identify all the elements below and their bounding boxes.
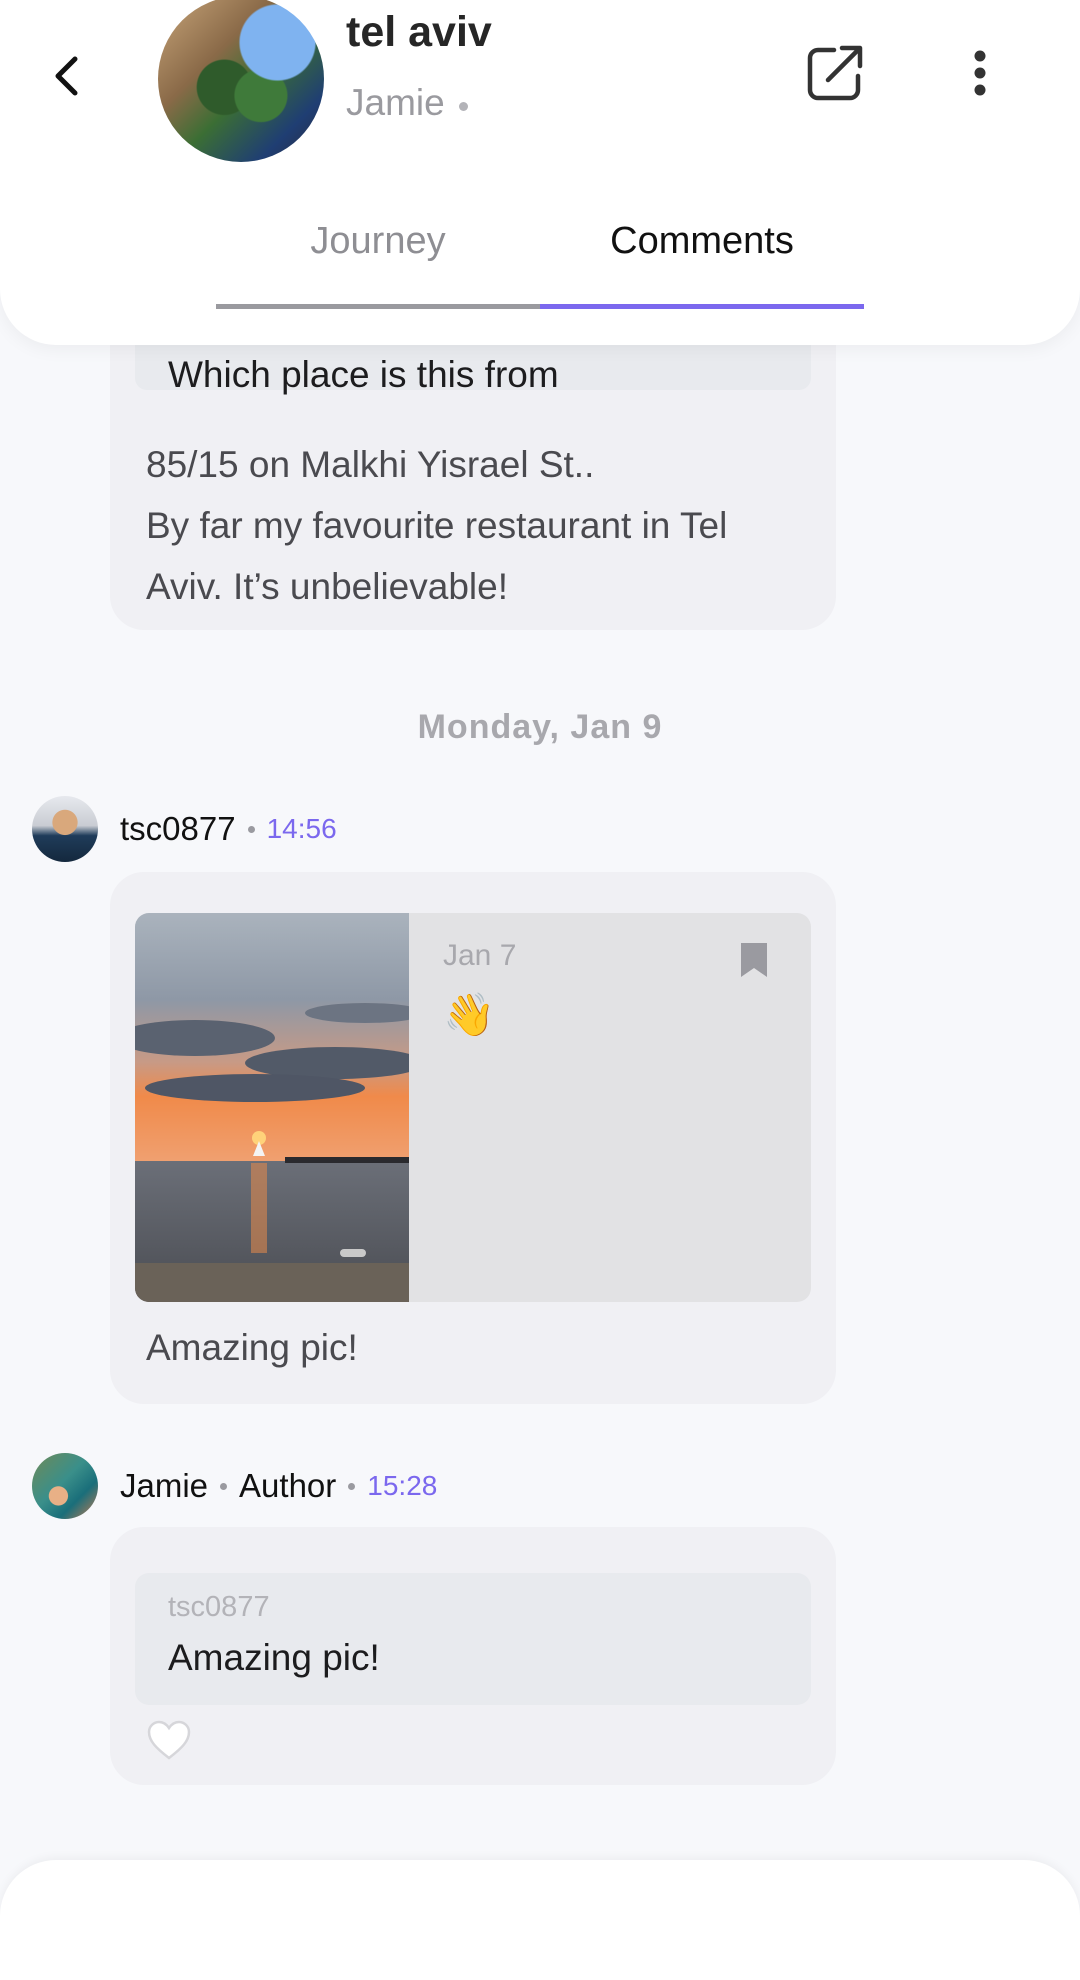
separator-dot (247, 825, 255, 833)
journey-avatar[interactable] (158, 0, 324, 162)
status-dot (458, 101, 468, 111)
moment-date: Jan 7 (443, 939, 517, 972)
quoted-message[interactable]: tsc0877 Amazing pic! (135, 1573, 811, 1705)
sunset-sea-photo[interactable] (135, 913, 409, 1302)
username[interactable]: Jamie (120, 1467, 208, 1505)
chevron-left-icon (55, 56, 78, 96)
more-options-button[interactable] (955, 40, 1005, 106)
header-bar: tel aviv Jamie Journey Comments (0, 0, 1080, 345)
message-text: Amazing pic! (146, 1327, 358, 1368)
tab-comments[interactable]: Comments (540, 220, 864, 304)
author-name: Jamie (346, 82, 445, 123)
avatar[interactable] (32, 796, 98, 862)
message-time: 14:56 (266, 813, 337, 844)
quoted-text: Which place is this from (168, 354, 559, 395)
message-bubble: Jan 7 👋 Amazing pic! (110, 872, 836, 1404)
message-text-line: 85/15 on Malkhi Yisrael St.. (146, 444, 595, 485)
bookmark-icon[interactable] (739, 941, 769, 979)
author-badge: Author (239, 1467, 337, 1504)
quoted-text: Amazing pic! (168, 1637, 380, 1678)
journey-author[interactable]: Jamie (346, 82, 468, 124)
waving-hand-emoji: 👋 (443, 991, 496, 1038)
share-button[interactable] (800, 38, 870, 108)
separator-dot (220, 1482, 228, 1490)
message-bubble: Which place is this from 85/15 on Malkhi… (110, 298, 836, 630)
avatar[interactable] (32, 1453, 98, 1519)
moment-card[interactable]: Jan 7 👋 (135, 913, 811, 1302)
tab-journey[interactable]: Journey (216, 220, 540, 304)
tab-journey-indicator (216, 304, 540, 309)
message-text-line: By far my favourite restaurant in Tel (146, 505, 728, 546)
tab-bar: Journey Comments (216, 220, 864, 310)
message-header: Jamie Author 15:28 (32, 1451, 437, 1521)
heart-icon[interactable] (146, 1719, 192, 1761)
message-text-line: Aviv. It’s unbelievable! (146, 566, 508, 607)
message-header: tsc0877 14:56 (32, 794, 337, 864)
tab-comments-indicator (540, 304, 864, 309)
message-time: 15:28 (367, 1470, 438, 1501)
username[interactable]: tsc0877 (120, 810, 236, 848)
share-external-icon (807, 45, 863, 101)
date-separator: Monday, Jan 9 (417, 708, 663, 746)
more-vertical-icon (974, 50, 986, 96)
separator-dot (348, 1482, 356, 1490)
comment-composer[interactable] (0, 1860, 1080, 1980)
journey-title: tel aviv (346, 8, 492, 56)
quoted-username: tsc0877 (168, 1591, 270, 1623)
back-button[interactable] (38, 48, 94, 104)
message-bubble: tsc0877 Amazing pic! (110, 1527, 836, 1785)
